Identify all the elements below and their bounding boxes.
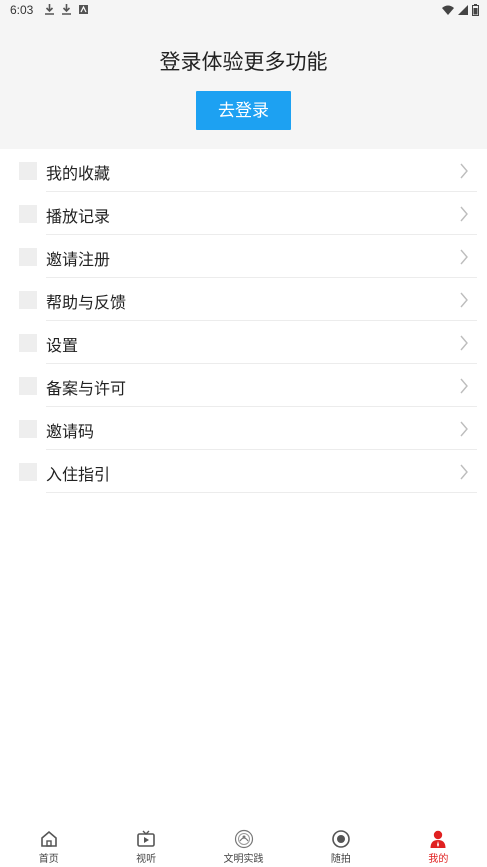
login-button[interactable]: 去登录 <box>196 91 291 130</box>
menu-item-label: 我的收藏 <box>46 166 111 183</box>
camera-lens-icon <box>332 830 350 848</box>
menu-item-history[interactable]: 播放记录 <box>0 192 487 235</box>
tab-label: 视听 <box>136 854 157 865</box>
login-prompt-title: 登录体验更多功能 <box>159 51 328 74</box>
menu-item-label: 入住指引 <box>46 467 111 484</box>
menu-item-label: 邀请码 <box>46 424 95 441</box>
chevron-right-icon <box>460 163 468 179</box>
emblem-icon <box>234 829 253 849</box>
status-bar: 6:03 <box>0 0 487 20</box>
menu-item-label: 帮助与反馈 <box>46 295 127 312</box>
menu-item-license[interactable]: 备案与许可 <box>0 364 487 407</box>
tab-label: 我的 <box>428 854 449 865</box>
bottom-tab-bar: 首页 视听 文明实践 随拍 我的 <box>0 827 487 867</box>
chevron-right-icon <box>460 335 468 351</box>
menu-item-icon-placeholder <box>19 463 37 481</box>
battery-icon <box>472 3 479 21</box>
menu-item-help-feedback[interactable]: 帮助与反馈 <box>0 278 487 321</box>
menu-item-icon-placeholder <box>19 377 37 395</box>
signal-icon <box>458 3 468 21</box>
tab-mine[interactable]: 我的 <box>390 827 487 867</box>
chevron-right-icon <box>460 292 468 308</box>
divider <box>46 492 477 493</box>
menu-item-label: 播放记录 <box>46 209 111 226</box>
login-header: 登录体验更多功能 去登录 <box>0 20 487 149</box>
tab-audiovisual[interactable]: 视听 <box>97 827 194 867</box>
menu-item-icon-placeholder <box>19 205 37 223</box>
tab-label: 文明实践 <box>223 854 264 865</box>
chevron-right-icon <box>460 206 468 222</box>
menu-item-label: 设置 <box>46 338 79 355</box>
user-icon <box>430 830 446 848</box>
tv-icon <box>137 830 155 847</box>
chevron-right-icon <box>460 249 468 265</box>
menu-item-label: 邀请注册 <box>46 252 111 269</box>
menu-item-invite-code[interactable]: 邀请码 <box>0 407 487 450</box>
tab-label: 随拍 <box>330 854 351 865</box>
status-notifications <box>44 3 89 16</box>
home-icon <box>40 830 57 847</box>
chevron-right-icon <box>460 378 468 394</box>
menu-item-icon-placeholder <box>19 334 37 352</box>
wifi-icon <box>442 3 454 21</box>
menu-item-checkin-guide[interactable]: 入住指引 <box>0 450 487 493</box>
menu-item-icon-placeholder <box>19 420 37 438</box>
download-icon <box>61 3 72 16</box>
status-system-icons <box>442 3 479 21</box>
menu-item-icon-placeholder <box>19 162 37 180</box>
tab-home[interactable]: 首页 <box>0 827 97 867</box>
settings-menu: 我的收藏 播放记录 邀请注册 帮助与反馈 设置 备案与许可 邀请码 入住指引 <box>0 149 487 493</box>
menu-item-settings[interactable]: 设置 <box>0 321 487 364</box>
tab-label: 首页 <box>38 854 59 865</box>
tab-civilization-practice[interactable]: 文明实践 <box>195 827 292 867</box>
tab-snapshot[interactable]: 随拍 <box>292 827 389 867</box>
chevron-right-icon <box>460 421 468 437</box>
menu-item-favorites[interactable]: 我的收藏 <box>0 149 487 192</box>
menu-item-icon-placeholder <box>19 248 37 266</box>
app-notification-icon <box>78 3 89 16</box>
chevron-right-icon <box>460 464 468 480</box>
menu-item-label: 备案与许可 <box>46 381 127 398</box>
menu-item-icon-placeholder <box>19 291 37 309</box>
status-time: 6:03 <box>10 3 34 17</box>
menu-item-invite-register[interactable]: 邀请注册 <box>0 235 487 278</box>
download-icon <box>44 3 55 16</box>
